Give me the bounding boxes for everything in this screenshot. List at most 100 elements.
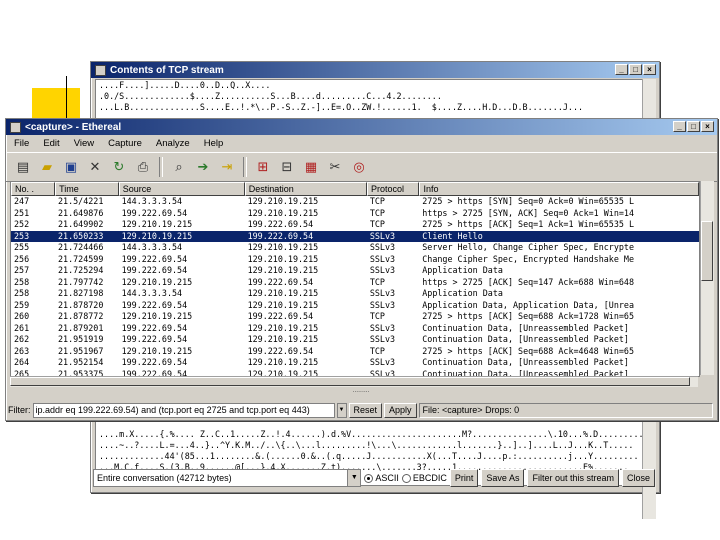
table-row[interactable]: 256 21.724599 199.222.69.54 129.210.19.215 S… [11, 254, 699, 266]
close-button[interactable]: Close [621, 469, 655, 487]
table-row[interactable]: 260 21.878772 129.210.19.215 199.222.69.54 T… [11, 311, 699, 323]
coloring-icon[interactable]: ▦ [300, 156, 322, 178]
go-to-icon[interactable]: ⇥ [216, 156, 238, 178]
cell-source: 199.222.69.54 [121, 299, 188, 310]
cell-destination: 199.222.69.54 [247, 311, 314, 321]
maximize-icon[interactable]: □ [687, 121, 700, 132]
help-icon[interactable]: ◎ [348, 156, 370, 178]
table-row[interactable]: 261 21.879201 199.222.69.54 129.210.19.215 S… [11, 323, 699, 335]
column-header-time[interactable]: Time [55, 182, 119, 196]
capture-start-icon[interactable]: ▤ [12, 156, 34, 178]
table-row[interactable]: 258 21.797742 129.210.19.215 199.222.69.54 T… [11, 277, 699, 289]
save-icon[interactable]: ▣ [60, 156, 82, 178]
table-row[interactable]: 251 21.649876 199.222.69.54 129.210.19.215 T… [11, 208, 699, 220]
cell-destination: 199.222.69.54 [247, 276, 314, 287]
cell-time: 21.878720 [58, 299, 104, 310]
display-filter-icon[interactable]: ⊟ [276, 156, 298, 178]
cell-time: 21.878772 [58, 311, 104, 321]
print-icon[interactable]: ⎙ [132, 156, 154, 178]
radio-ebcdic[interactable]: EBCDIC [401, 473, 447, 483]
chevron-down-icon[interactable]: ▼ [336, 402, 347, 418]
save-as-button[interactable]: Save As [481, 469, 525, 487]
cell-info: Application Data, Application Data, [Unr… [422, 299, 635, 310]
filter-out-stream-button[interactable]: Filter out this stream [527, 469, 619, 487]
cell-time: 21.951919 [58, 334, 104, 344]
status-text: File: <capture> Drops: 0 [418, 402, 713, 418]
cell-source: 129.210.19.215 [121, 230, 193, 241]
cell-info: 2725 > https [ACK] Seq=1 Ack=1 Win=65535… [422, 219, 635, 229]
capture-filter-icon[interactable]: ⊞ [252, 156, 274, 178]
packet-list-horizontal-scrollbar[interactable] [10, 376, 698, 387]
cell-destination: 129.210.19.215 [247, 265, 319, 275]
table-row[interactable]: 262 21.951919 199.222.69.54 129.210.19.215 S… [11, 334, 699, 346]
radio-dot-icon [364, 473, 374, 483]
menu-view[interactable]: View [74, 138, 94, 149]
cell-protocol: TCP [369, 276, 385, 287]
radio-dot-icon [401, 473, 411, 483]
print-button[interactable]: Print [449, 469, 479, 487]
column-header-source[interactable]: Source [118, 182, 245, 196]
cell-source: 199.222.69.54 [121, 357, 188, 367]
table-row[interactable]: 258 21.827198 144.3.3.3.54 129.210.19.215 SS… [11, 288, 699, 300]
stream-text-line: .0./S.............$....Z..........S...B.… [99, 91, 442, 101]
table-row[interactable]: 257 21.725294 199.222.69.54 129.210.19.215 S… [11, 265, 699, 277]
cell-info: 2725 > https [SYN] Seq=0 Ack=0 Win=65535… [422, 196, 635, 206]
cell-time: 21.827198 [58, 288, 104, 298]
menu-help[interactable]: Help [204, 138, 224, 149]
ethereal-titlebar[interactable]: <capture> - Ethereal _ □ × [6, 119, 717, 135]
cell-info: 2725 > https [ACK] Seq=688 Ack=1728 Win=… [422, 311, 635, 321]
conversation-select[interactable]: Entire conversation (42712 bytes) ▼ [93, 469, 362, 487]
table-row[interactable]: 263 21.951967 129.210.19.215 199.222.69.54 T… [11, 346, 699, 358]
table-row[interactable]: 247 21.5/4221 144.3.3.3.54 129.210.19.215 TC… [11, 196, 699, 208]
radio-ascii[interactable]: ASCII [364, 473, 399, 483]
preferences-icon[interactable]: ✂ [324, 156, 346, 178]
maximize-icon[interactable]: □ [629, 64, 642, 75]
filter-input[interactable]: ip.addr eq 199.222.69.54) and (tcp.port … [32, 402, 335, 418]
cell-destination: 199.222.69.54 [247, 345, 314, 356]
minimize-icon[interactable]: _ [673, 121, 686, 132]
stream-titlebar[interactable]: Contents of TCP stream _ □ × [91, 62, 659, 78]
menu-analyze[interactable]: Analyze [156, 138, 190, 149]
close-icon[interactable]: × [701, 121, 714, 132]
pane-splitter-handle[interactable]: ......... [346, 388, 376, 394]
table-row[interactable]: 253 21.650233 129.210.19.215 199.222.69.54 S… [11, 230, 699, 242]
stream-bottom-bar: Entire conversation (42712 bytes) ▼ ASCI… [90, 466, 658, 490]
table-row[interactable]: 264 21.952154 199.222.69.54 129.210.19.215 S… [11, 357, 699, 369]
cell-no: 256 [14, 253, 30, 264]
cell-info: Server Hello, Change Cipher Spec, Encryp… [422, 242, 635, 252]
column-header-destination[interactable]: Destination [244, 182, 367, 196]
cell-no: 264 [14, 357, 30, 367]
table-row[interactable]: 252 21.649902 129.210.19.215 199.222.69.54 T… [11, 219, 699, 231]
menu-capture[interactable]: Capture [108, 138, 142, 149]
scroll-thumb[interactable] [701, 221, 713, 281]
scroll-thumb[interactable] [10, 377, 690, 386]
cell-no: 253 [14, 230, 30, 241]
minimize-icon[interactable]: _ [615, 64, 628, 75]
cell-time: 21.724599 [58, 253, 104, 264]
cell-destination: 129.210.19.215 [247, 242, 319, 252]
menu-edit[interactable]: Edit [43, 138, 59, 149]
cell-source: 199.222.69.54 [121, 334, 188, 344]
column-header-info[interactable]: Info [419, 182, 699, 196]
packet-list-vertical-scrollbar[interactable] [700, 181, 714, 375]
go-forward-icon[interactable]: ➔ [192, 156, 214, 178]
open-folder-icon[interactable]: ▰ [36, 156, 58, 178]
table-row[interactable]: 259 21.878720 199.222.69.54 129.210.19.215 S… [11, 300, 699, 312]
cell-protocol: SSLv3 [369, 322, 396, 333]
column-header-protocol[interactable]: Protocol [366, 182, 420, 196]
close-icon[interactable]: × [643, 64, 656, 75]
find-icon[interactable]: ⌕ [168, 156, 190, 178]
cell-protocol: TCP [369, 196, 385, 206]
cell-info: Continuation Data, [Unreassembled Packet… [422, 334, 629, 344]
table-row[interactable]: 255 21.724466 144.3.3.3.54 129.210.19.215 SS… [11, 242, 699, 254]
cell-source: 144.3.3.3.54 [121, 242, 183, 252]
reload-icon[interactable]: ↻ [108, 156, 130, 178]
cell-no: 261 [14, 322, 30, 333]
menu-file[interactable]: File [14, 138, 29, 149]
apply-button[interactable]: Apply [384, 402, 417, 418]
column-header-no[interactable]: No. . [11, 182, 56, 196]
radio-ebcdic-label: EBCDIC [412, 473, 447, 483]
close-file-icon[interactable]: ✕ [84, 156, 106, 178]
cell-time: 21.5/4221 [58, 196, 104, 206]
reset-button[interactable]: Reset [348, 402, 383, 418]
